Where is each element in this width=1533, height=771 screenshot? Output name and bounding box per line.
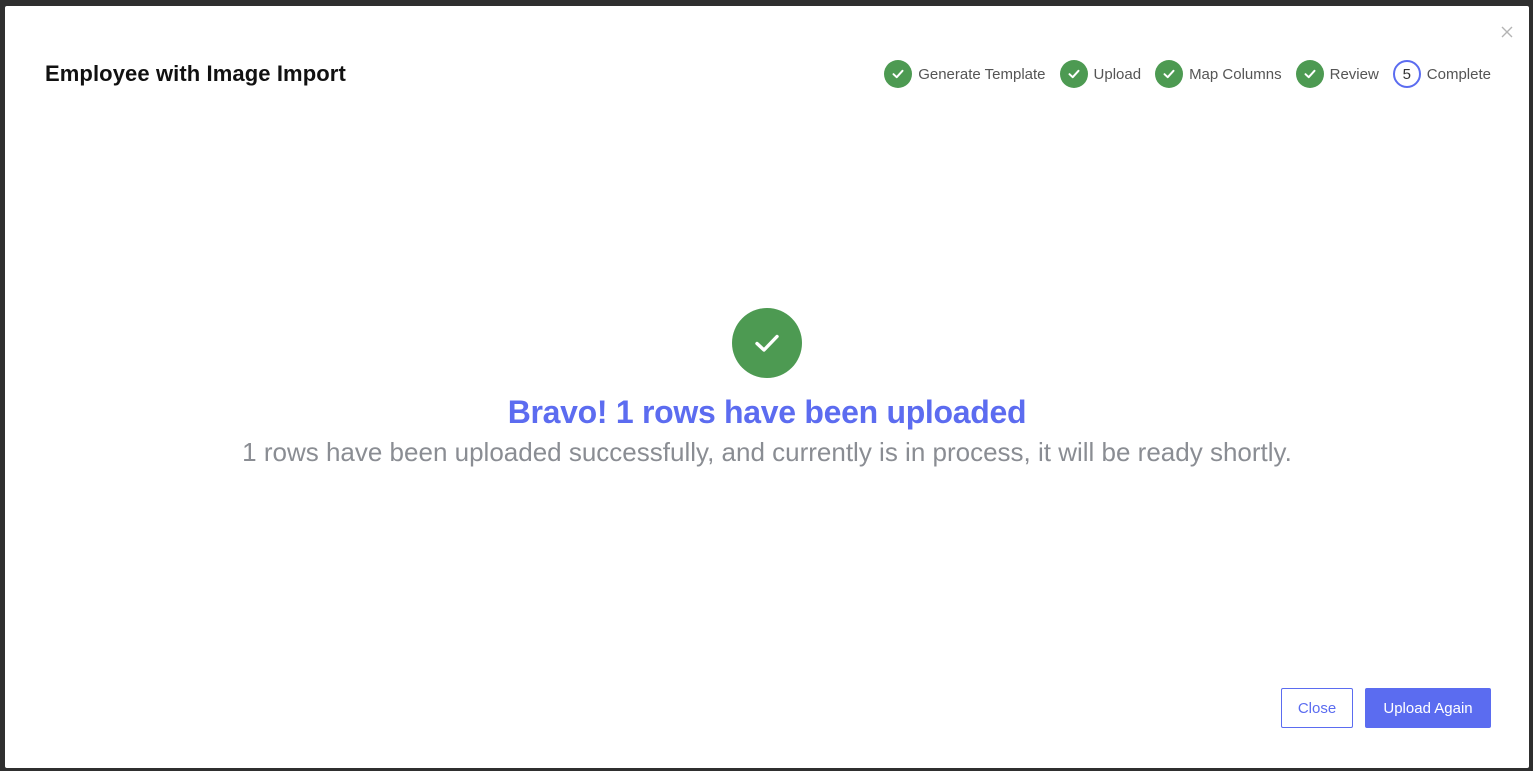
- step-label: Upload: [1093, 65, 1142, 83]
- step-upload: Upload: [1059, 60, 1142, 88]
- check-icon: [1295, 60, 1324, 88]
- check-icon: [1059, 60, 1088, 88]
- result-panel: Bravo! 1 rows have been uploaded 1 rows …: [5, 308, 1529, 468]
- close-icon[interactable]: [1499, 24, 1515, 40]
- step-label: Complete: [1426, 65, 1491, 83]
- step-label: Review: [1329, 65, 1379, 83]
- step-review: Review: [1295, 60, 1379, 88]
- result-headline: Bravo! 1 rows have been uploaded: [507, 394, 1027, 430]
- modal-footer: Close Upload Again: [1281, 688, 1491, 728]
- upload-again-button[interactable]: Upload Again: [1365, 688, 1491, 728]
- result-message: 1 rows have been uploaded successfully, …: [242, 437, 1292, 467]
- step-number: 5: [1392, 60, 1421, 88]
- step-generate-template: Generate Template: [884, 60, 1046, 88]
- step-label: Map Columns: [1189, 65, 1282, 83]
- import-stepper: Generate Template Upload Map Columns Rev…: [884, 60, 1491, 88]
- modal-title: Employee with Image Import: [45, 61, 346, 86]
- check-icon: [1155, 60, 1184, 88]
- check-icon: [884, 60, 913, 88]
- step-label: Generate Template: [918, 65, 1046, 83]
- import-modal: Employee with Image Import Generate Temp…: [5, 6, 1529, 768]
- check-circle-icon: [732, 308, 802, 378]
- step-complete: 5 Complete: [1392, 60, 1491, 88]
- close-button[interactable]: Close: [1281, 688, 1353, 728]
- step-map-columns: Map Columns: [1155, 60, 1282, 88]
